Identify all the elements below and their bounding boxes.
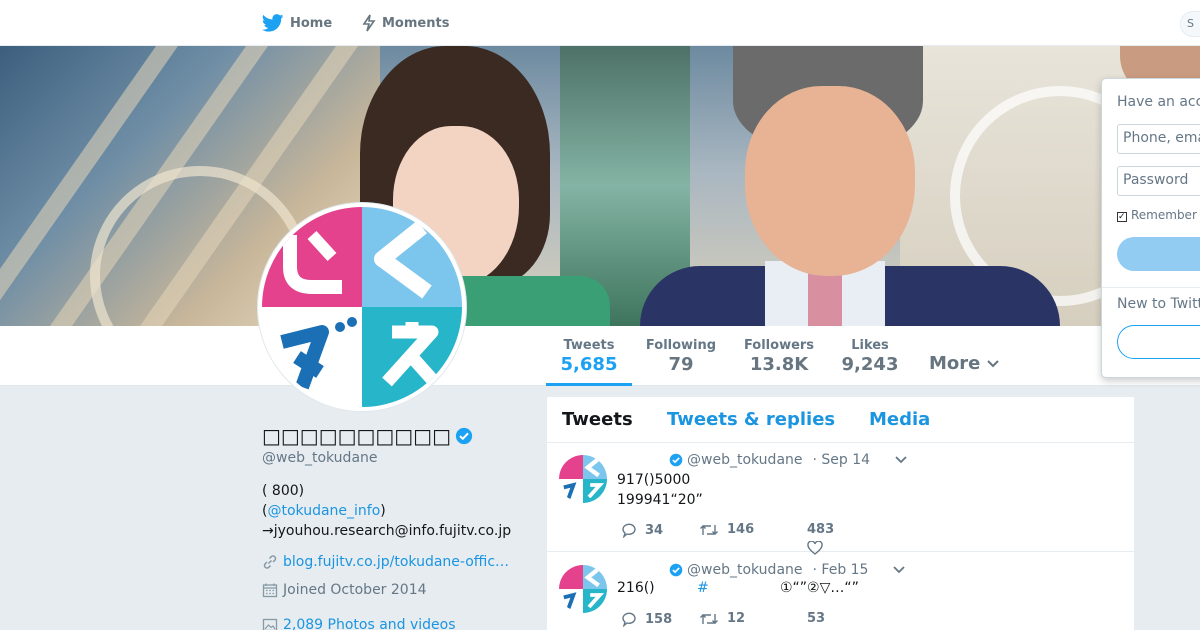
- like-count: 483: [807, 522, 835, 537]
- tweet-handle[interactable]: @web_tokudane: [687, 452, 803, 468]
- profile-screen-name[interactable]: @web_tokudane: [262, 450, 378, 466]
- verified-badge-icon: [669, 453, 683, 467]
- tab-tweets-and-replies[interactable]: Tweets & replies: [667, 409, 835, 430]
- tweet-date[interactable]: · Feb 15: [813, 562, 869, 578]
- retweet-icon: [700, 613, 718, 624]
- tokudane-logo-icon: [559, 455, 607, 503]
- profile-avatar[interactable]: [258, 203, 466, 411]
- retweet-action[interactable]: 12: [699, 611, 745, 626]
- retweet-count: 146: [727, 522, 755, 537]
- search-input[interactable]: S: [1180, 11, 1200, 37]
- chevron-down-icon: [987, 359, 1000, 367]
- tweet-header: @web_tokudane · Sep 14: [669, 452, 908, 468]
- profile-website: blog.fujitv.co.jp/tokudane-offic…: [262, 554, 509, 570]
- nav-home-label: Home: [290, 15, 333, 31]
- stat-likes-value: 9,243: [841, 354, 899, 375]
- retweet-count: 12: [727, 611, 746, 626]
- tweet-hashtag-link[interactable]: #: [697, 578, 709, 598]
- nav-moments[interactable]: Moments: [362, 0, 449, 46]
- profile-bio: ( 800) (@tokudane_info) →jyouhou.researc…: [262, 481, 532, 541]
- stat-likes-label: Likes: [851, 338, 889, 353]
- profile-banner-image: [0, 46, 1200, 326]
- bio-line-1: ( 800): [262, 483, 305, 499]
- timeline-tabs: Tweets Tweets & replies Media: [547, 397, 1134, 443]
- reply-action[interactable]: 34: [621, 522, 663, 538]
- reply-action[interactable]: 158: [621, 611, 672, 627]
- stat-followers-value: 13.8K: [749, 354, 809, 375]
- login-title: Have an acco: [1117, 94, 1200, 110]
- profile-photos-link[interactable]: 2,089 Photos and videos: [283, 617, 456, 630]
- profile-joined-text: Joined October 2014: [283, 582, 427, 598]
- tweet-date[interactable]: · Sep 14: [813, 452, 871, 468]
- stat-followers-label: Followers: [743, 338, 815, 353]
- verified-badge-icon: [669, 563, 683, 577]
- remember-checkbox[interactable]: ✓: [1117, 212, 1127, 222]
- stat-following-value: 79: [668, 354, 694, 375]
- bio-mention-link[interactable]: @tokudane_info: [267, 503, 380, 519]
- tweet-avatar[interactable]: [559, 565, 607, 613]
- tweet-text-line-1-tail: ①“”②▽…“”: [780, 580, 859, 596]
- stat-tweets-value: 5,685: [560, 354, 618, 375]
- stat-tweets-label: Tweets: [563, 338, 615, 353]
- reply-icon: [622, 523, 636, 538]
- phone-email-input[interactable]: Phone, emai: [1117, 124, 1200, 154]
- stat-following[interactable]: Following 79: [640, 326, 722, 386]
- profile-name-text: □□□□□□□□□□: [262, 424, 451, 448]
- signup-button[interactable]: [1117, 325, 1200, 359]
- twitter-bird-icon: [262, 14, 284, 32]
- tweet-item[interactable]: @web_tokudane · Feb 15 216() # ①“”②▽…“” …: [547, 553, 1134, 630]
- like-action[interactable]: 483: [807, 522, 834, 555]
- tab-media[interactable]: Media: [869, 409, 930, 430]
- stat-following-label: Following: [645, 338, 717, 353]
- tweet-header: @web_tokudane · Feb 15: [669, 562, 906, 578]
- verified-badge-icon: [455, 427, 473, 445]
- photo-icon: [262, 618, 278, 630]
- top-navigation: Home Moments S: [0, 0, 1200, 46]
- profile-website-link[interactable]: blog.fujitv.co.jp/tokudane-offic…: [283, 554, 509, 570]
- like-count: 53: [807, 611, 826, 626]
- stat-likes[interactable]: Likes 9,243: [836, 326, 904, 386]
- stat-followers[interactable]: Followers 13.8K: [738, 326, 820, 386]
- login-button[interactable]: [1117, 237, 1200, 271]
- tokudane-logo-icon: [559, 565, 607, 613]
- lightning-icon: [362, 14, 376, 32]
- tweet-avatar[interactable]: [559, 455, 607, 503]
- profile-photos: 2,089 Photos and videos: [262, 617, 456, 630]
- reply-count: 158: [645, 611, 673, 627]
- profile-name: □□□□□□□□□□: [262, 424, 473, 448]
- tweet-text-line-1: 917()5000: [617, 472, 691, 488]
- reply-count: 34: [645, 522, 664, 538]
- chevron-down-icon[interactable]: [894, 455, 908, 465]
- stat-tweets[interactable]: Tweets 5,685: [546, 326, 632, 386]
- tweet-text-line-2: 199941“20”: [617, 492, 703, 508]
- retweet-action[interactable]: 146: [699, 522, 754, 537]
- login-divider: [1102, 287, 1200, 288]
- bio-paren-close: ): [380, 503, 386, 519]
- login-dropdown: Have an acco Phone, emai Password ✓ Reme…: [1101, 78, 1200, 378]
- retweet-icon: [700, 524, 718, 535]
- tweet-item[interactable]: @web_tokudane · Sep 14 917()5000 199941“…: [547, 443, 1134, 555]
- tokudane-logo-icon: [262, 207, 462, 407]
- remember-label: Remember: [1131, 208, 1197, 222]
- timeline: Tweets Tweets & replies Media @web_tokud…: [547, 397, 1134, 630]
- chevron-down-icon[interactable]: [892, 565, 906, 575]
- more-label: More: [929, 353, 981, 374]
- tweet-handle[interactable]: @web_tokudane: [687, 562, 803, 578]
- calendar-icon: [262, 583, 278, 598]
- new-to-twitter-text: New to Twitt: [1117, 296, 1200, 312]
- like-action[interactable]: 53: [807, 611, 825, 626]
- link-icon: [263, 555, 277, 569]
- nav-home[interactable]: Home: [262, 0, 332, 46]
- more-button[interactable]: More: [929, 353, 1000, 374]
- nav-moments-label: Moments: [382, 15, 450, 31]
- reply-icon: [622, 612, 636, 627]
- password-input[interactable]: Password: [1117, 166, 1200, 196]
- bio-line-3: →jyouhou.research@info.fujitv.co.jp: [262, 523, 512, 539]
- tweet-text-line-1: 216(): [617, 580, 655, 596]
- profile-joined: Joined October 2014: [262, 582, 427, 598]
- bio-line-2: (@tokudane_info): [262, 501, 532, 521]
- tab-tweets[interactable]: Tweets: [562, 409, 633, 430]
